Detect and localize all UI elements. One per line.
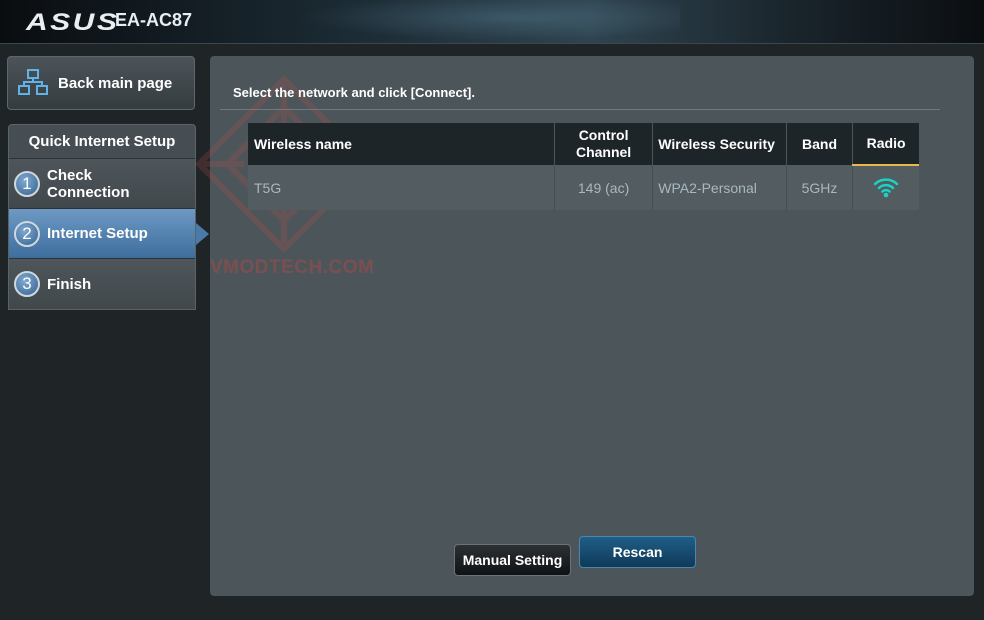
quick-setup-steps: Quick Internet Setup 1 Check Connection … [8, 124, 209, 310]
manual-setting-button[interactable]: Manual Setting [454, 544, 571, 576]
brand-logo: ASUS [26, 9, 120, 36]
back-main-page-label: Back main page [58, 74, 173, 92]
table-header-row: Wireless name Control Channel Wireless S… [248, 123, 919, 166]
watermark-text: VMODTECH.COM [210, 257, 375, 278]
step-internet-setup[interactable]: 2 Internet Setup [9, 209, 209, 259]
network-icon [18, 69, 48, 95]
step-number-icon: 1 [14, 170, 40, 197]
step-check-connection[interactable]: 1 Check Connection [9, 159, 195, 209]
rescan-button[interactable]: Rescan [579, 536, 696, 568]
header-decoration [260, 0, 680, 44]
network-band: 5GHz [786, 165, 854, 210]
step-number-icon: 3 [14, 271, 40, 297]
back-main-page-button[interactable]: Back main page [7, 56, 195, 110]
step-number-icon: 2 [14, 220, 40, 247]
network-name: T5G [248, 165, 555, 210]
network-table: Wireless name Control Channel Wireless S… [248, 123, 919, 210]
header-bar: ASUS EA-AC87 [0, 0, 984, 44]
col-control-channel[interactable]: Control Channel [554, 123, 654, 165]
step-label: Finish [47, 275, 92, 293]
col-wireless-security[interactable]: Wireless Security [652, 123, 787, 165]
step-finish[interactable]: 3 Finish [9, 259, 195, 309]
step-label: Check Connection [47, 166, 130, 201]
model-name: EA-AC87 [115, 10, 193, 30]
network-security: WPA2-Personal [652, 165, 787, 210]
divider [220, 109, 940, 110]
main-panel: VMODTECH.COM Select the network and clic… [194, 56, 974, 596]
col-band[interactable]: Band [786, 123, 854, 165]
wifi-signal-icon [873, 177, 899, 197]
step-label: Internet Setup [47, 225, 148, 242]
network-channel: 149 (ac) [554, 165, 654, 210]
steps-title: Quick Internet Setup [9, 125, 195, 159]
col-radio[interactable]: Radio [852, 123, 919, 166]
table-row[interactable]: T5G 149 (ac) WPA2-Personal 5GHz [248, 165, 919, 210]
col-wireless-name[interactable]: Wireless name [248, 123, 555, 165]
radio-cell [852, 165, 919, 210]
instruction-text: Select the network and click [Connect]. [233, 85, 475, 100]
